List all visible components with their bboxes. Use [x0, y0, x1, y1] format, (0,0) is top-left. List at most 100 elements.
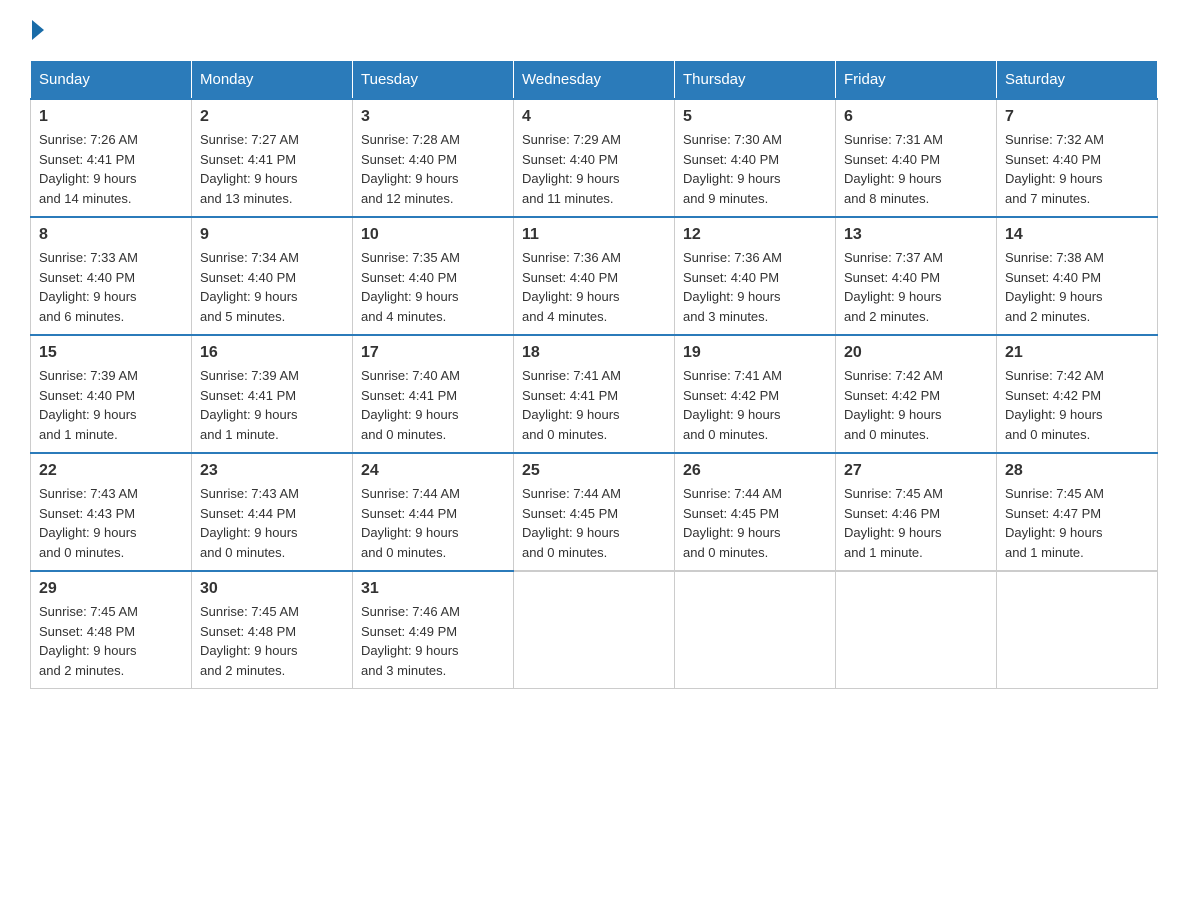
- day-number: 23: [200, 462, 344, 480]
- calendar-cell: 26 Sunrise: 7:44 AM Sunset: 4:45 PM Dayl…: [675, 453, 836, 571]
- calendar-cell: 28 Sunrise: 7:45 AM Sunset: 4:47 PM Dayl…: [997, 453, 1158, 571]
- day-number: 11: [522, 226, 666, 244]
- day-number: 21: [1005, 344, 1149, 362]
- day-info: Sunrise: 7:30 AM Sunset: 4:40 PM Dayligh…: [683, 130, 827, 208]
- calendar-cell: [836, 571, 997, 689]
- day-info: Sunrise: 7:41 AM Sunset: 4:41 PM Dayligh…: [522, 366, 666, 444]
- calendar-cell: 14 Sunrise: 7:38 AM Sunset: 4:40 PM Dayl…: [997, 217, 1158, 335]
- day-info: Sunrise: 7:31 AM Sunset: 4:40 PM Dayligh…: [844, 130, 988, 208]
- weekday-header-friday: Friday: [836, 61, 997, 100]
- day-number: 4: [522, 108, 666, 126]
- day-info: Sunrise: 7:32 AM Sunset: 4:40 PM Dayligh…: [1005, 130, 1149, 208]
- day-info: Sunrise: 7:35 AM Sunset: 4:40 PM Dayligh…: [361, 248, 505, 326]
- weekday-header-tuesday: Tuesday: [353, 61, 514, 100]
- day-info: Sunrise: 7:45 AM Sunset: 4:47 PM Dayligh…: [1005, 484, 1149, 562]
- day-number: 22: [39, 462, 183, 480]
- calendar-cell: 23 Sunrise: 7:43 AM Sunset: 4:44 PM Dayl…: [192, 453, 353, 571]
- calendar-cell: 22 Sunrise: 7:43 AM Sunset: 4:43 PM Dayl…: [31, 453, 192, 571]
- calendar-cell: 13 Sunrise: 7:37 AM Sunset: 4:40 PM Dayl…: [836, 217, 997, 335]
- weekday-header-wednesday: Wednesday: [514, 61, 675, 100]
- calendar-cell: 3 Sunrise: 7:28 AM Sunset: 4:40 PM Dayli…: [353, 99, 514, 217]
- day-info: Sunrise: 7:44 AM Sunset: 4:45 PM Dayligh…: [522, 484, 666, 562]
- calendar-cell: 15 Sunrise: 7:39 AM Sunset: 4:40 PM Dayl…: [31, 335, 192, 453]
- calendar-cell: 24 Sunrise: 7:44 AM Sunset: 4:44 PM Dayl…: [353, 453, 514, 571]
- weekday-header-row: SundayMondayTuesdayWednesdayThursdayFrid…: [31, 61, 1158, 100]
- day-number: 9: [200, 226, 344, 244]
- calendar-cell: [514, 571, 675, 689]
- day-number: 31: [361, 580, 505, 598]
- calendar-cell: 12 Sunrise: 7:36 AM Sunset: 4:40 PM Dayl…: [675, 217, 836, 335]
- calendar-cell: 16 Sunrise: 7:39 AM Sunset: 4:41 PM Dayl…: [192, 335, 353, 453]
- day-number: 27: [844, 462, 988, 480]
- day-info: Sunrise: 7:44 AM Sunset: 4:44 PM Dayligh…: [361, 484, 505, 562]
- day-number: 15: [39, 344, 183, 362]
- day-info: Sunrise: 7:43 AM Sunset: 4:44 PM Dayligh…: [200, 484, 344, 562]
- calendar-cell: 25 Sunrise: 7:44 AM Sunset: 4:45 PM Dayl…: [514, 453, 675, 571]
- calendar-cell: 9 Sunrise: 7:34 AM Sunset: 4:40 PM Dayli…: [192, 217, 353, 335]
- day-info: Sunrise: 7:34 AM Sunset: 4:40 PM Dayligh…: [200, 248, 344, 326]
- day-number: 16: [200, 344, 344, 362]
- day-number: 1: [39, 108, 183, 126]
- weekday-header-thursday: Thursday: [675, 61, 836, 100]
- weekday-header-sunday: Sunday: [31, 61, 192, 100]
- day-info: Sunrise: 7:40 AM Sunset: 4:41 PM Dayligh…: [361, 366, 505, 444]
- day-number: 5: [683, 108, 827, 126]
- logo-arrow-icon: [32, 20, 44, 40]
- day-number: 7: [1005, 108, 1149, 126]
- calendar-week-row: 22 Sunrise: 7:43 AM Sunset: 4:43 PM Dayl…: [31, 453, 1158, 571]
- calendar-cell: 5 Sunrise: 7:30 AM Sunset: 4:40 PM Dayli…: [675, 99, 836, 217]
- calendar-cell: 19 Sunrise: 7:41 AM Sunset: 4:42 PM Dayl…: [675, 335, 836, 453]
- day-number: 24: [361, 462, 505, 480]
- calendar-week-row: 1 Sunrise: 7:26 AM Sunset: 4:41 PM Dayli…: [31, 99, 1158, 217]
- day-info: Sunrise: 7:45 AM Sunset: 4:46 PM Dayligh…: [844, 484, 988, 562]
- day-info: Sunrise: 7:39 AM Sunset: 4:40 PM Dayligh…: [39, 366, 183, 444]
- day-number: 18: [522, 344, 666, 362]
- day-info: Sunrise: 7:38 AM Sunset: 4:40 PM Dayligh…: [1005, 248, 1149, 326]
- calendar-cell: 8 Sunrise: 7:33 AM Sunset: 4:40 PM Dayli…: [31, 217, 192, 335]
- calendar-cell: 2 Sunrise: 7:27 AM Sunset: 4:41 PM Dayli…: [192, 99, 353, 217]
- day-info: Sunrise: 7:39 AM Sunset: 4:41 PM Dayligh…: [200, 366, 344, 444]
- calendar-cell: 21 Sunrise: 7:42 AM Sunset: 4:42 PM Dayl…: [997, 335, 1158, 453]
- calendar-cell: [675, 571, 836, 689]
- calendar-cell: 7 Sunrise: 7:32 AM Sunset: 4:40 PM Dayli…: [997, 99, 1158, 217]
- calendar-cell: 6 Sunrise: 7:31 AM Sunset: 4:40 PM Dayli…: [836, 99, 997, 217]
- logo: [30, 20, 46, 40]
- day-info: Sunrise: 7:44 AM Sunset: 4:45 PM Dayligh…: [683, 484, 827, 562]
- day-number: 29: [39, 580, 183, 598]
- day-info: Sunrise: 7:43 AM Sunset: 4:43 PM Dayligh…: [39, 484, 183, 562]
- calendar-cell: 27 Sunrise: 7:45 AM Sunset: 4:46 PM Dayl…: [836, 453, 997, 571]
- day-info: Sunrise: 7:36 AM Sunset: 4:40 PM Dayligh…: [683, 248, 827, 326]
- day-number: 2: [200, 108, 344, 126]
- day-info: Sunrise: 7:29 AM Sunset: 4:40 PM Dayligh…: [522, 130, 666, 208]
- weekday-header-saturday: Saturday: [997, 61, 1158, 100]
- day-number: 10: [361, 226, 505, 244]
- day-number: 28: [1005, 462, 1149, 480]
- day-info: Sunrise: 7:41 AM Sunset: 4:42 PM Dayligh…: [683, 366, 827, 444]
- day-number: 19: [683, 344, 827, 362]
- day-info: Sunrise: 7:27 AM Sunset: 4:41 PM Dayligh…: [200, 130, 344, 208]
- day-info: Sunrise: 7:28 AM Sunset: 4:40 PM Dayligh…: [361, 130, 505, 208]
- day-number: 14: [1005, 226, 1149, 244]
- calendar-cell: 11 Sunrise: 7:36 AM Sunset: 4:40 PM Dayl…: [514, 217, 675, 335]
- calendar-cell: 1 Sunrise: 7:26 AM Sunset: 4:41 PM Dayli…: [31, 99, 192, 217]
- calendar-cell: 30 Sunrise: 7:45 AM Sunset: 4:48 PM Dayl…: [192, 571, 353, 689]
- weekday-header-monday: Monday: [192, 61, 353, 100]
- day-number: 3: [361, 108, 505, 126]
- day-info: Sunrise: 7:42 AM Sunset: 4:42 PM Dayligh…: [1005, 366, 1149, 444]
- day-number: 25: [522, 462, 666, 480]
- calendar-cell: 31 Sunrise: 7:46 AM Sunset: 4:49 PM Dayl…: [353, 571, 514, 689]
- calendar-cell: 18 Sunrise: 7:41 AM Sunset: 4:41 PM Dayl…: [514, 335, 675, 453]
- day-info: Sunrise: 7:42 AM Sunset: 4:42 PM Dayligh…: [844, 366, 988, 444]
- day-info: Sunrise: 7:33 AM Sunset: 4:40 PM Dayligh…: [39, 248, 183, 326]
- day-info: Sunrise: 7:45 AM Sunset: 4:48 PM Dayligh…: [39, 602, 183, 680]
- calendar-week-row: 8 Sunrise: 7:33 AM Sunset: 4:40 PM Dayli…: [31, 217, 1158, 335]
- day-number: 13: [844, 226, 988, 244]
- day-number: 6: [844, 108, 988, 126]
- day-number: 12: [683, 226, 827, 244]
- calendar-cell: [997, 571, 1158, 689]
- day-number: 26: [683, 462, 827, 480]
- calendar-cell: 10 Sunrise: 7:35 AM Sunset: 4:40 PM Dayl…: [353, 217, 514, 335]
- calendar-week-row: 29 Sunrise: 7:45 AM Sunset: 4:48 PM Dayl…: [31, 571, 1158, 689]
- calendar-cell: 20 Sunrise: 7:42 AM Sunset: 4:42 PM Dayl…: [836, 335, 997, 453]
- day-info: Sunrise: 7:37 AM Sunset: 4:40 PM Dayligh…: [844, 248, 988, 326]
